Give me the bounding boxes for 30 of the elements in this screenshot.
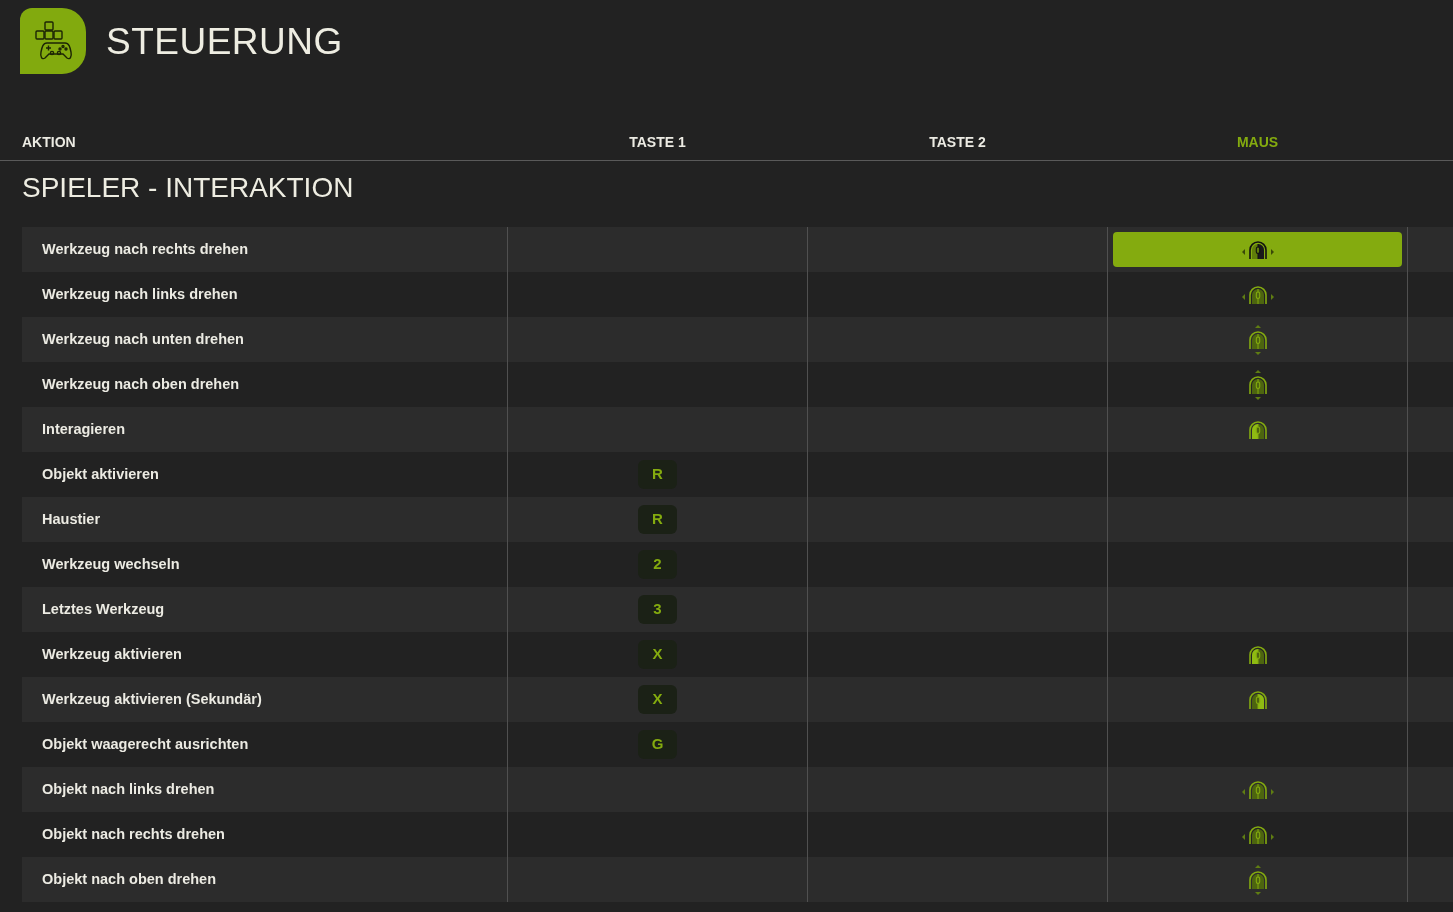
action-label: Werkzeug aktivieren	[42, 644, 182, 664]
column-header: AKTION	[22, 133, 76, 152]
action-label: Haustier	[42, 509, 101, 529]
action-label: Werkzeug nach oben drehen	[42, 374, 240, 394]
action-label: Objekt nach links drehen	[42, 779, 215, 799]
action-label: Werkzeug nach rechts drehen	[42, 239, 249, 259]
action-label: Werkzeug nach unten drehen	[42, 329, 244, 349]
action-label: Interagieren	[42, 419, 125, 439]
action-label: Letztes Werkzeug	[42, 599, 165, 619]
selected-binding[interactable]	[1113, 232, 1402, 267]
page-title: STEUERUNG	[106, 22, 343, 60]
column-header: TASTE 1	[629, 133, 686, 152]
keycap: R	[638, 505, 677, 534]
action-label: Werkzeug wechseln	[42, 554, 180, 574]
action-label: Werkzeug nach links drehen	[42, 284, 238, 304]
section-title: SPIELER - INTERAKTION	[22, 172, 354, 204]
action-label: Objekt waagerecht ausrichten	[42, 734, 249, 754]
column-header: TASTE 2	[929, 133, 986, 152]
action-label: Werkzeug aktivieren (Sekundär)	[42, 689, 262, 709]
keycap: G	[638, 730, 677, 759]
action-label: Objekt nach oben drehen	[42, 869, 217, 889]
keycap: X	[638, 640, 677, 669]
action-label: Objekt nach rechts drehen	[42, 824, 225, 844]
keycap: 2	[638, 550, 677, 579]
keycap: X	[638, 685, 677, 714]
gamepad-keys-icon	[20, 8, 86, 74]
column-header: MAUS	[1236, 133, 1279, 152]
keycap: 3	[638, 595, 677, 624]
action-label: Objekt aktivieren	[42, 464, 159, 484]
keycap: R	[638, 460, 677, 489]
